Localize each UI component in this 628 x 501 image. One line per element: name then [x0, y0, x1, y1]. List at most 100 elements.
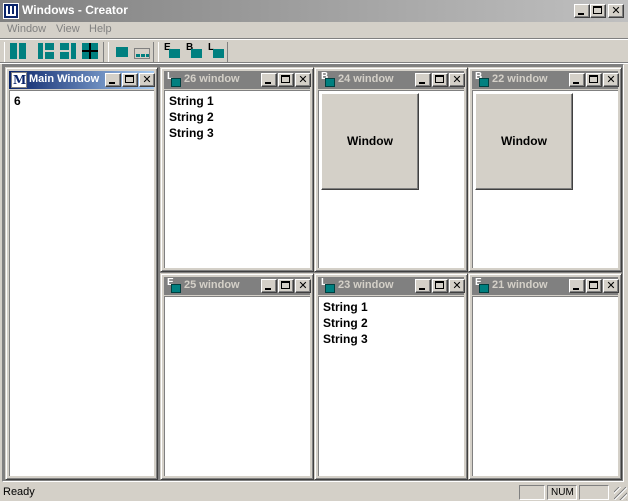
- window-26-close-button[interactable]: ✕: [295, 73, 311, 87]
- main-window-title: Main Window: [29, 73, 100, 85]
- tile-grid-button[interactable]: [82, 43, 98, 59]
- minimize-all-button[interactable]: [114, 43, 130, 59]
- window-25[interactable]: E 25 window ✕: [160, 273, 314, 480]
- close-icon: ✕: [606, 279, 616, 292]
- arrange-icons-button[interactable]: [134, 43, 150, 59]
- close-icon: ✕: [298, 73, 308, 86]
- close-icon: ✕: [606, 73, 616, 86]
- app-icon[interactable]: [3, 3, 19, 19]
- list-item[interactable]: String 3: [323, 331, 368, 347]
- main-window-maximize-button[interactable]: [122, 73, 138, 87]
- window-24[interactable]: B 24 window ✕ Window: [314, 67, 468, 272]
- edit-field[interactable]: [164, 296, 310, 476]
- window-26-maximize-button[interactable]: [278, 73, 294, 87]
- window-23-minimize-button[interactable]: [415, 279, 431, 293]
- minimize-icon: [419, 82, 425, 84]
- tile-vertical-button[interactable]: [10, 43, 26, 59]
- window-26-minimize-button[interactable]: [261, 73, 277, 87]
- minimize-icon: [573, 288, 579, 290]
- tile-left-icon: [38, 43, 43, 59]
- window-button[interactable]: Window: [475, 93, 573, 190]
- window-25-minimize-button[interactable]: [261, 279, 277, 293]
- window-23-maximize-button[interactable]: [432, 279, 448, 293]
- window-24-caption[interactable]: B 24 window ✕: [318, 71, 465, 89]
- application-window: Windows - Creator ✕ Window View Help E B…: [0, 0, 628, 501]
- new-edit-window-button[interactable]: E: [164, 43, 180, 59]
- window-25-caption[interactable]: E 25 window ✕: [164, 277, 311, 295]
- maximize-icon: [281, 75, 290, 83]
- main-window[interactable]: M Main Window ✕ 6: [5, 67, 158, 480]
- edit-field[interactable]: [472, 296, 618, 476]
- window-22[interactable]: B 22 window ✕ Window: [468, 67, 622, 272]
- window-25-close-button[interactable]: ✕: [295, 279, 311, 293]
- minimize-icon: [265, 82, 271, 84]
- window-25-maximize-button[interactable]: [278, 279, 294, 293]
- menu-view[interactable]: View: [56, 23, 80, 35]
- minimize-icon: [419, 288, 425, 290]
- window-26[interactable]: L 26 window ✕ String 1 String 2 String 3: [160, 67, 314, 272]
- window-24-minimize-button[interactable]: [415, 73, 431, 87]
- window-23[interactable]: L 23 window ✕ String 1 String 2 String 3: [314, 273, 468, 480]
- menu-help[interactable]: Help: [89, 23, 112, 35]
- list-item[interactable]: String 3: [169, 125, 214, 141]
- list-item[interactable]: String 1: [323, 299, 368, 315]
- minimize-all-icon: [116, 47, 128, 57]
- main-window-client[interactable]: 6: [9, 90, 154, 476]
- title-bar[interactable]: Windows - Creator ✕: [0, 0, 628, 22]
- list-box[interactable]: String 1 String 2 String 3: [164, 90, 310, 268]
- close-icon: ✕: [452, 73, 462, 86]
- window-21-caption[interactable]: E 21 window ✕: [472, 277, 619, 295]
- window-button[interactable]: Window: [321, 93, 419, 190]
- minimize-button[interactable]: [574, 4, 590, 18]
- window-24-close-button[interactable]: ✕: [449, 73, 465, 87]
- window-21[interactable]: E 21 window ✕: [468, 273, 622, 480]
- window-22-close-button[interactable]: ✕: [603, 73, 619, 87]
- menu-window[interactable]: Window: [7, 23, 46, 35]
- maximize-icon: [435, 75, 444, 83]
- maximize-icon: [589, 281, 598, 289]
- window-22-minimize-button[interactable]: [569, 73, 585, 87]
- main-window-minimize-button[interactable]: [105, 73, 121, 87]
- list-item[interactable]: String 2: [323, 315, 368, 331]
- new-button-window-button[interactable]: B: [186, 43, 202, 59]
- window-23-caption[interactable]: L 23 window ✕: [318, 277, 465, 295]
- new-list-window-button[interactable]: L: [208, 43, 224, 59]
- tile-left-button[interactable]: [38, 43, 54, 59]
- maximize-icon: [125, 75, 134, 83]
- window-21-maximize-button[interactable]: [586, 279, 602, 293]
- button-window-icon[interactable]: B: [320, 72, 336, 88]
- edit-window-icon[interactable]: E: [474, 278, 490, 294]
- list-window-icon[interactable]: L: [166, 72, 182, 88]
- window-21-minimize-button[interactable]: [569, 279, 585, 293]
- button-window-icon[interactable]: B: [474, 72, 490, 88]
- window-21-close-button[interactable]: ✕: [603, 279, 619, 293]
- close-button[interactable]: ✕: [608, 4, 624, 18]
- status-panel-caps: [519, 485, 545, 500]
- list-window-icon[interactable]: L: [320, 278, 336, 294]
- window-25-title: 25 window: [184, 279, 240, 291]
- tile-grid-icon: [82, 43, 89, 50]
- main-window-caption[interactable]: M Main Window ✕: [9, 71, 155, 89]
- tile-vertical-icon: [10, 43, 17, 59]
- window-24-maximize-button[interactable]: [432, 73, 448, 87]
- window-26-caption[interactable]: L 26 window ✕: [164, 71, 311, 89]
- edit-window-icon[interactable]: E: [166, 278, 182, 294]
- tile-right-button[interactable]: [60, 43, 76, 59]
- main-window-close-button[interactable]: ✕: [139, 73, 155, 87]
- minimize-icon: [573, 82, 579, 84]
- close-icon: ✕: [611, 4, 621, 17]
- list-box[interactable]: String 1 String 2 String 3: [318, 296, 464, 476]
- window-22-maximize-button[interactable]: [586, 73, 602, 87]
- maximize-button[interactable]: [590, 4, 606, 18]
- close-icon: ✕: [142, 73, 152, 86]
- resize-grip-icon[interactable]: [614, 487, 627, 500]
- mdi-client-area: M Main Window ✕ 6 L 26 window ✕ String 1…: [2, 64, 624, 482]
- window-22-caption[interactable]: B 22 window ✕: [472, 71, 619, 89]
- window-26-title: 26 window: [184, 73, 240, 85]
- main-window-icon[interactable]: M: [11, 72, 27, 88]
- window-title: Windows - Creator: [22, 3, 128, 17]
- minimize-icon: [109, 82, 115, 84]
- list-item[interactable]: String 1: [169, 93, 214, 109]
- window-23-close-button[interactable]: ✕: [449, 279, 465, 293]
- list-item[interactable]: String 2: [169, 109, 214, 125]
